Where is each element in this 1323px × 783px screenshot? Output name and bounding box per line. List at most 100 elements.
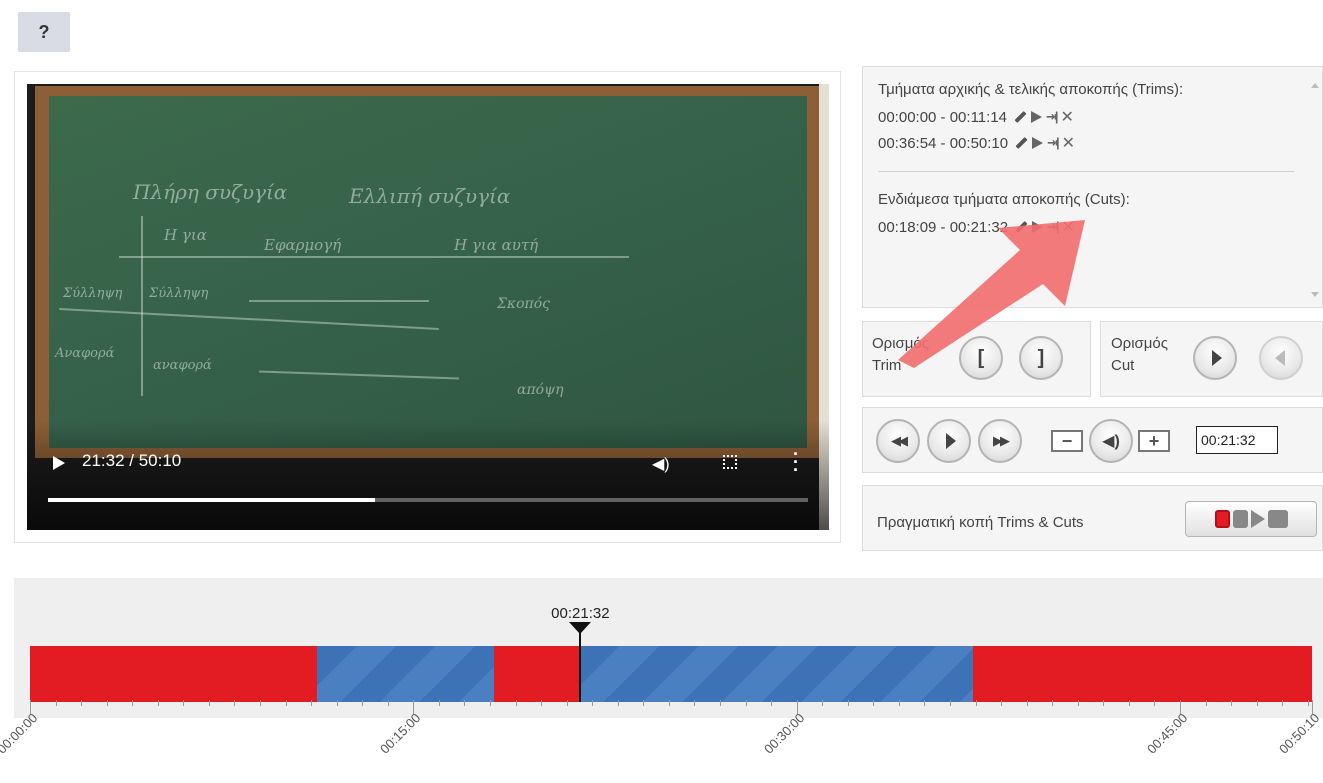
ruler-tick	[234, 700, 236, 706]
timeline[interactable]: 00:21:32	[14, 578, 1323, 718]
cut-set-box: Ορισμός Cut	[1100, 321, 1323, 397]
more-vert-icon[interactable]: · · ·	[793, 445, 799, 479]
ruler-tick	[1231, 700, 1233, 706]
cut-start-button[interactable]	[1193, 336, 1237, 380]
timeline-ruler: 00:00:00 00:15:00 00:30:00 00:45:00 00:50:10	[0, 700, 1323, 757]
scrollbar[interactable]	[1308, 67, 1322, 307]
ruler-tick	[259, 700, 261, 706]
ruler-tick	[81, 700, 83, 706]
ruler-tick	[1154, 700, 1156, 706]
cut-end-button[interactable]	[1259, 336, 1303, 380]
keep-segment-icon	[1232, 510, 1248, 528]
fast-forward-button[interactable]: ▶▶	[978, 419, 1022, 463]
ruler-tick	[55, 700, 57, 706]
playhead-line[interactable]	[579, 630, 582, 702]
skip-to-end-icon[interactable]: ⇥|	[1047, 135, 1059, 151]
play-icon	[945, 433, 956, 449]
play-button[interactable]	[927, 419, 971, 463]
timeline-segment-trim[interactable]	[972, 646, 1312, 702]
board-line	[119, 256, 629, 258]
ruler-tick	[949, 700, 951, 706]
scroll-down-icon[interactable]	[1311, 292, 1319, 297]
scroll-up-icon[interactable]	[1311, 83, 1319, 88]
skip-to-end-icon[interactable]: ⇥|	[1046, 109, 1058, 125]
ruler-tick	[311, 700, 313, 706]
ruler-tick-label: 00:50:10	[1276, 710, 1323, 757]
ruler-tick	[617, 700, 619, 706]
board-text: Σύλληψη	[149, 286, 209, 301]
ruler-tick	[643, 700, 645, 706]
board-text: Εφαρμογή	[264, 236, 342, 254]
help-button[interactable]: ?	[18, 12, 70, 52]
volume-button[interactable]: ◀)	[1089, 419, 1133, 463]
controls-overlay	[27, 420, 829, 530]
ruler-tick	[1282, 700, 1284, 706]
video-progress-fill	[48, 498, 375, 502]
ruler-tick	[1128, 700, 1130, 706]
timeline-segment-keep[interactable]	[317, 646, 494, 702]
ruler-tick	[1307, 700, 1309, 706]
ruler-tick	[1001, 700, 1003, 706]
video-player[interactable]: Πλήρη συζυγία Ελλιπή συζυγία Η για Εφαρμ…	[27, 84, 829, 530]
ruler-tick	[592, 700, 594, 706]
trim-range: 00:00:00 - 00:11:14	[878, 108, 1007, 126]
video-progress-bar[interactable]	[48, 498, 808, 502]
current-time-field[interactable]	[1196, 426, 1278, 454]
trim-range: 00:36:54 - 00:50:10	[878, 134, 1009, 152]
volume-icon[interactable]: ◀)	[652, 454, 670, 474]
volume-up-button[interactable]: +	[1138, 430, 1170, 452]
ruler-tick-label: 00:15:00	[377, 710, 424, 757]
play-icon[interactable]	[1032, 137, 1044, 149]
ruler-tick	[719, 700, 721, 706]
ruler-tick	[515, 700, 517, 706]
board-line	[259, 370, 459, 380]
cut-set-label: Ορισμός Cut	[1111, 335, 1169, 374]
board-text: Ελλιπή συζυγία	[349, 184, 511, 208]
close-icon[interactable]: ✕	[1062, 133, 1075, 153]
volume-icon: ◀)	[1102, 433, 1120, 450]
ruler-tick	[489, 700, 491, 706]
video-time-display: 21:32 / 50:10	[82, 451, 182, 470]
pencil-icon[interactable]	[1015, 136, 1028, 150]
board-text: Η για αυτή	[454, 236, 539, 254]
timeline-segment-cut[interactable]	[493, 646, 581, 702]
ruler-tick-label: 00:45:00	[1143, 710, 1191, 757]
ruler-tick	[387, 700, 389, 706]
ruler-tick	[566, 700, 568, 706]
board-text: Η για	[164, 226, 207, 244]
volume-down-button[interactable]: −	[1051, 430, 1083, 452]
apply-cuts-button[interactable]	[1185, 501, 1317, 537]
result-segment-icon	[1267, 510, 1288, 528]
ruler-tick	[745, 700, 747, 706]
ruler-tick	[208, 700, 210, 706]
ruler-tick	[1077, 700, 1079, 706]
fast-forward-icon: ▶▶	[993, 433, 1010, 448]
play-icon[interactable]	[53, 456, 65, 470]
ruler-tick	[1052, 700, 1054, 706]
fullscreen-icon[interactable]	[723, 455, 737, 469]
board-text: απόψη	[517, 382, 564, 398]
trim-row: 00:00:00 - 00:11:14 ⇥| ✕	[878, 107, 1074, 127]
timeline-segment-keep[interactable]	[580, 646, 973, 702]
ruler-tick	[924, 700, 926, 706]
board-text: Αναφορά	[55, 346, 115, 361]
chalkboard-frame: Πλήρη συζυγία Ελλιπή συζυγία Η για Εφαρμ…	[35, 86, 821, 458]
play-icon[interactable]	[1031, 111, 1042, 123]
trims-heading: Τμήματα αρχικής & τελικής αποκοπής (Trim…	[878, 81, 1184, 98]
board-line	[59, 308, 439, 330]
ruler-tick-label: 00:30:00	[760, 710, 808, 757]
ruler-tick-label: 00:00:00	[0, 710, 41, 757]
ruler-tick	[771, 700, 773, 706]
ruler-tick	[438, 700, 440, 706]
timeline-bar[interactable]	[30, 646, 1312, 702]
trim-row: 00:36:54 - 00:50:10 ⇥| ✕	[878, 133, 1075, 153]
rewind-button[interactable]: ◀◀	[876, 419, 920, 463]
pencil-icon[interactable]	[1014, 110, 1027, 124]
ruler-tick	[1205, 700, 1207, 706]
chalkboard: Πλήρη συζυγία Ελλιπή συζυγία Η για Εφαρμ…	[49, 96, 807, 448]
ruler-tick	[336, 700, 338, 706]
close-icon[interactable]: ✕	[1061, 107, 1074, 127]
ruler-tick	[1026, 700, 1028, 706]
ruler-tick	[183, 700, 185, 706]
timeline-segment-trim[interactable]	[30, 646, 318, 702]
